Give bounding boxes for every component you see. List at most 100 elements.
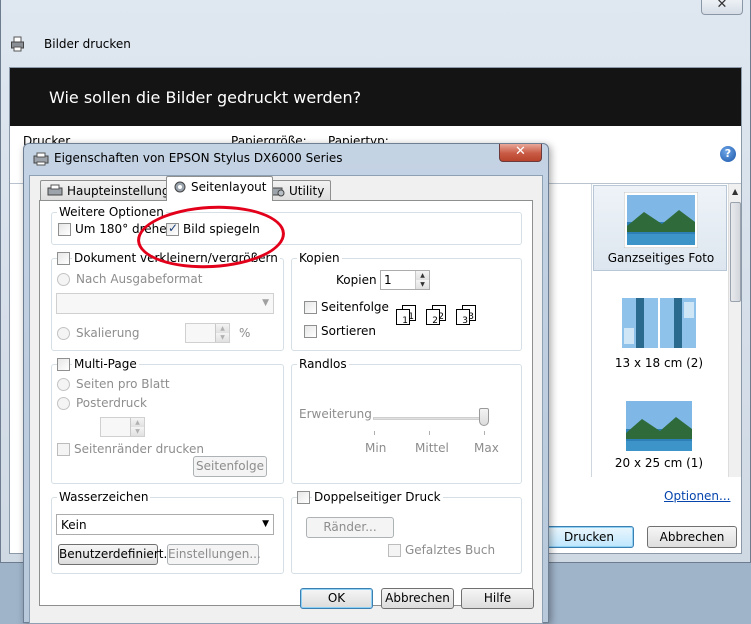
- group-title: Wasserzeichen: [57, 490, 151, 504]
- spin-down-icon: ▼: [416, 280, 429, 289]
- dialog-body: Haupteinstellungen Seitenlayout Utility …: [29, 175, 543, 624]
- thumbnail-label: 20 x 25 cm (1): [614, 456, 704, 470]
- radio-output-format[interactable]: [57, 273, 70, 286]
- custom-watermark-button[interactable]: Benutzerdefiniert...: [58, 544, 175, 565]
- radio-pages-per-sheet[interactable]: [57, 378, 70, 391]
- expansion-label: Erweiterung: [299, 407, 372, 421]
- mirror-image-label: Bild spiegeln: [183, 222, 260, 236]
- rotate-180-checkbox[interactable]: [58, 223, 71, 236]
- help-button[interactable]: Hilfe: [461, 588, 534, 609]
- group-title: Weitere Optionen: [57, 205, 166, 219]
- photo-landscape-icon: [624, 192, 698, 248]
- margins-button[interactable]: Ränder...: [306, 517, 394, 538]
- dialog-title: Eigenschaften von EPSON Stylus DX6000 Se…: [54, 151, 343, 165]
- scroll-thumb[interactable]: [730, 202, 741, 302]
- radio-scaling[interactable]: [57, 327, 70, 340]
- poster-label: Posterdruck: [76, 396, 147, 410]
- stack-number: 3: [456, 309, 470, 326]
- group-title: Multi-Page: [72, 357, 139, 371]
- group-title: Doppelseitiger Druck: [312, 490, 443, 504]
- group-title: Kopien: [297, 251, 342, 265]
- close-icon[interactable]: ✕: [701, 0, 743, 15]
- radio-poster[interactable]: [57, 397, 70, 410]
- layout-thumbnails: Ganzseitiges Foto 13 x 18 cm (2) 20 x 25…: [591, 184, 727, 477]
- folded-book-label: Gefalztes Buch: [405, 543, 496, 557]
- printer-icon: [10, 36, 26, 55]
- folded-book-checkbox[interactable]: [388, 544, 401, 557]
- spin-up-icon: ▲: [131, 418, 144, 427]
- slider-tick: [374, 431, 375, 435]
- group-duplex: Doppelseitiger Druck Ränder... Gefalztes…: [291, 490, 522, 574]
- scale-document-checkbox[interactable]: [57, 252, 70, 265]
- thumbnail-scrollbar[interactable]: ▲: [728, 184, 741, 477]
- thumbnail-label: Ganzseitiges Foto: [607, 251, 715, 265]
- output-format-select[interactable]: ▼: [56, 293, 274, 314]
- watermark-select[interactable]: Kein ▼: [56, 514, 274, 535]
- print-borders-label: Seitenränder drucken: [74, 442, 204, 456]
- group-title: Dokument verkleinern/vergrößern: [72, 251, 280, 265]
- percent-label: %: [239, 326, 251, 340]
- spin-up-icon: ▲: [416, 271, 429, 280]
- multipage-checkbox[interactable]: [57, 358, 70, 371]
- tab-label: Utility: [289, 184, 325, 198]
- slider-tick: [484, 431, 485, 435]
- pages-per-sheet-label: Seiten pro Blatt: [76, 377, 170, 391]
- dropdown-arrow-icon: ▼: [262, 298, 269, 308]
- copies-label: Kopien: [336, 273, 377, 287]
- mirror-image-checkbox[interactable]: [166, 221, 179, 236]
- scroll-up-icon[interactable]: ▲: [732, 187, 738, 196]
- thumbnail-fullpage[interactable]: Ganzseitiges Foto: [593, 185, 727, 271]
- expansion-slider-track[interactable]: [373, 417, 485, 420]
- printer-icon: [33, 152, 49, 169]
- scaling-stepper[interactable]: ▲ ▼: [185, 323, 230, 343]
- window-title: Bilder drucken: [44, 37, 131, 51]
- collate-stack-icon: 1 1 2 2 3 3: [396, 305, 486, 331]
- spin-down-icon: ▼: [216, 333, 229, 342]
- tab-panel-seitenlayout: Weitere Optionen Um 180° drehen Bild spi…: [39, 200, 533, 606]
- spin-up-icon: ▲: [216, 324, 229, 333]
- page-order-button[interactable]: Seitenfolge: [193, 456, 267, 477]
- collate-checkbox[interactable]: [304, 301, 317, 314]
- group-copies: Kopien Kopien 1 ▲ ▼ Seitenfolge Sortieren…: [291, 251, 522, 351]
- sort-label: Sortieren: [321, 324, 376, 338]
- wizard-heading: Wie sollen die Bilder gedruckt werden?: [49, 88, 362, 107]
- watermark-value: Kein: [61, 518, 87, 532]
- multipage-stepper[interactable]: ▲ ▼: [100, 417, 145, 437]
- wizard-header: Wie sollen die Bilder gedruckt werden?: [10, 68, 741, 126]
- printer-properties-dialog: Eigenschaften von EPSON Stylus DX6000 Se…: [23, 143, 549, 624]
- tab-seitenlayout[interactable]: Seitenlayout: [166, 176, 274, 201]
- print-button[interactable]: Drucken: [544, 526, 634, 548]
- group-more-options: Weitere Optionen Um 180° drehen Bild spi…: [51, 205, 522, 245]
- cancel-button[interactable]: Abbrechen: [647, 526, 737, 548]
- sort-checkbox[interactable]: [304, 325, 317, 338]
- options-link[interactable]: Optionen...: [664, 489, 730, 503]
- tick-mid: Mittel: [415, 441, 449, 455]
- expansion-slider-thumb[interactable]: [479, 408, 489, 426]
- stack-number: 1: [396, 309, 410, 326]
- ok-button[interactable]: OK: [300, 588, 373, 609]
- slider-tick: [429, 431, 430, 435]
- help-icon[interactable]: ?: [720, 146, 736, 162]
- close-icon[interactable]: ✕: [499, 144, 542, 162]
- tab-label: Seitenlayout: [191, 180, 267, 194]
- photo-landscape-icon: [626, 401, 692, 451]
- duplex-checkbox[interactable]: [297, 491, 310, 504]
- group-borderless: Randlos Erweiterung Min Mittel Max: [291, 357, 522, 484]
- thumbnail-20x25[interactable]: 20 x 25 cm (1): [592, 398, 726, 478]
- copies-value: 1: [384, 273, 392, 287]
- watermark-settings-button[interactable]: Einstellungen...: [167, 544, 261, 565]
- rotate-180-label: Um 180° drehen: [75, 222, 175, 236]
- print-borders-checkbox[interactable]: [57, 443, 70, 456]
- group-watermark: Wasserzeichen Kein ▼ Benutzerdefiniert..…: [51, 490, 284, 574]
- spin-down-icon: ▼: [131, 427, 144, 436]
- stack-number: 2: [426, 309, 440, 326]
- copies-stepper[interactable]: 1 ▲ ▼: [380, 270, 430, 290]
- output-format-label: Nach Ausgabeformat: [76, 272, 203, 286]
- cancel-button[interactable]: Abbrechen: [381, 588, 454, 609]
- group-scale-document: Dokument verkleinern/vergrößern Nach Aus…: [51, 251, 284, 351]
- thumbnail-label: 13 x 18 cm (2): [614, 356, 704, 370]
- group-title: Randlos: [297, 357, 349, 371]
- collate-label: Seitenfolge: [321, 300, 389, 314]
- thumbnail-13x18[interactable]: 13 x 18 cm (2): [592, 298, 726, 378]
- photo-portrait-pair-icon: [622, 298, 696, 348]
